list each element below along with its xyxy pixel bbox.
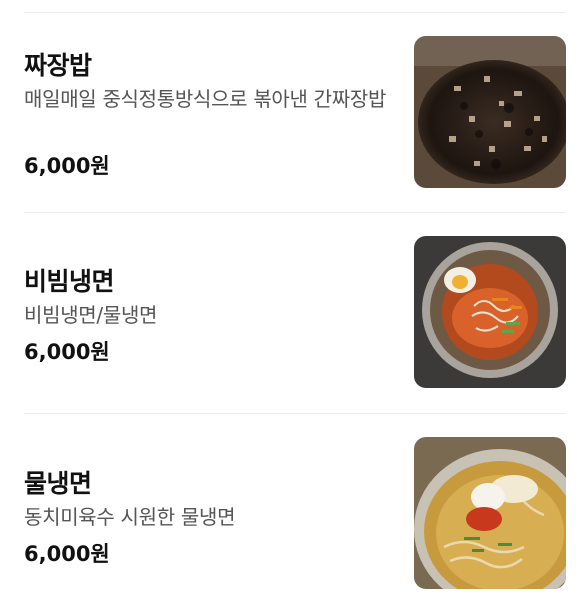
menu-item-price: 6,000원 xyxy=(24,340,110,364)
menu-item-name: 비빔냉면 xyxy=(24,267,115,296)
menu-item-description: 매일매일 중식정통방식으로 볶아낸 간짜장밥 xyxy=(24,87,387,111)
menu-item-description: 비빔냉면/물냉면 xyxy=(24,303,158,327)
menu-item-name: 짜장밥 xyxy=(24,51,92,80)
menu-item-description: 동치미육수 시원한 물냉면 xyxy=(24,505,236,529)
mul-naengmyeon-photo-icon xyxy=(414,437,566,589)
menu-item-bibim-naengmyeon[interactable]: 비빔냉면 비빔냉면/물냉면 6,000원 xyxy=(0,214,580,414)
divider xyxy=(24,12,566,13)
menu-item-name: 물냉면 xyxy=(24,469,92,498)
menu-item-image[interactable] xyxy=(414,36,566,188)
menu-item-mul-naengmyeon[interactable]: 물냉면 동치미육수 시원한 물냉면 6,000원 xyxy=(0,414,580,614)
menu-item-price: 6,000원 xyxy=(24,542,110,566)
divider xyxy=(24,212,566,213)
menu-item-image[interactable] xyxy=(414,437,566,589)
menu-list: 짜장밥 매일매일 중식정통방식으로 볶아낸 간짜장밥 6,000원 비빔냉면 비… xyxy=(0,0,580,613)
jjajang-rice-photo-icon xyxy=(414,36,566,188)
menu-item-jjajang-rice[interactable]: 짜장밥 매일매일 중식정통방식으로 볶아낸 간짜장밥 6,000원 xyxy=(0,14,580,214)
menu-item-image[interactable] xyxy=(414,236,566,388)
menu-item-price: 6,000원 xyxy=(24,154,110,178)
bibim-naengmyeon-photo-icon xyxy=(414,236,566,388)
